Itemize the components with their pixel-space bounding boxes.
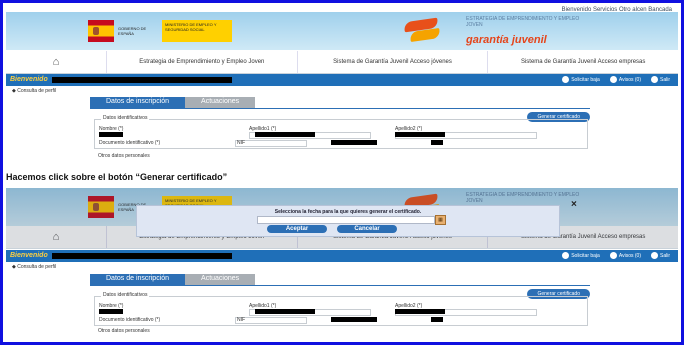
- user-actions: Solicitar baja Avisos (0) Salir: [562, 252, 670, 259]
- otros-datos-label: Otros datos personales: [98, 328, 150, 334]
- unsubscribe-link[interactable]: Solicitar baja: [562, 252, 600, 259]
- redacted-nombre: [99, 132, 123, 137]
- document-type-select[interactable]: [235, 140, 307, 147]
- cancel-button[interactable]: Cancelar: [337, 225, 397, 233]
- calendar-icon[interactable]: ▦: [435, 215, 446, 225]
- tab-bar: Datos de inscripción Actuaciones: [90, 97, 256, 108]
- welcome-label: Bienvenido: [10, 76, 48, 83]
- notices-link[interactable]: Avisos (0): [609, 76, 641, 83]
- redacted-name: [52, 77, 232, 83]
- user-bar: Bienvenido Solicitar baja Avisos (0) Sal…: [6, 250, 678, 262]
- user-actions: Solicitar baja Avisos (0) Salir: [562, 76, 670, 83]
- date-input[interactable]: [257, 216, 435, 224]
- date-dialog: Selecciona la fecha para la que quieres …: [136, 205, 560, 237]
- garantia-juvenil-logo-icon: [403, 16, 442, 44]
- close-icon[interactable]: ×: [571, 199, 577, 210]
- welcome-label: Bienvenido: [10, 252, 48, 259]
- nav-item-estrategia[interactable]: Estrategia de Emprendimiento y Empleo Jo…: [106, 51, 297, 73]
- garantia-juvenil-title: garantía juvenil: [466, 34, 547, 46]
- tab-bar: Datos de inscripción Actuaciones: [90, 274, 256, 285]
- home-icon[interactable]: ⌂: [6, 51, 106, 73]
- header-banner: GOBIERNO DE ESPAÑA MINISTERIO DE EMPLEO …: [6, 12, 678, 50]
- nav-item-jovenes[interactable]: Sistema de Garantía Juvenil Acceso jóven…: [296, 51, 488, 73]
- document-type-select[interactable]: [235, 317, 307, 324]
- main-nav: ⌂ Estrategia de Emprendimiento y Empleo …: [6, 51, 678, 74]
- screenshot-before: GOBIERNO DE ESPAÑA MINISTERIO DE EMPLEO …: [6, 4, 678, 166]
- logout-link[interactable]: Salir: [650, 252, 670, 259]
- profile-content: Generar certificado Datos identificativo…: [90, 108, 590, 166]
- tab-datos-inscripcion[interactable]: Datos de inscripción: [90, 274, 186, 285]
- screenshot-after: GOBIERNO DE ESPAÑA MINISTERIO DE EMPLEO …: [6, 188, 678, 336]
- tab-actuaciones[interactable]: Actuaciones: [185, 274, 256, 285]
- nav-item-empresas[interactable]: Sistema de Garantía Juvenil Acceso empre…: [487, 51, 678, 73]
- profile-content: Generar certificado Datos identificativo…: [90, 285, 590, 336]
- breadcrumb: ◆ Consulta de perfil: [12, 88, 57, 94]
- government-logo: GOBIERNO DE ESPAÑA MINISTERIO DE EMPLEO …: [88, 19, 238, 43]
- unsubscribe-link[interactable]: Solicitar baja: [562, 76, 600, 83]
- strategy-text: ESTRATEGIA DE EMPRENDIMIENTO Y EMPLEO JO…: [466, 16, 580, 28]
- tab-actuaciones[interactable]: Actuaciones: [185, 97, 256, 108]
- top-links[interactable]: Bienvenido Servicios Otro alcen Bancada: [562, 7, 672, 13]
- accept-button[interactable]: Aceptar: [267, 225, 327, 233]
- spain-coat-of-arms-icon: [88, 20, 114, 42]
- user-bar: Bienvenido Solicitar baja Avisos (0) Sal…: [6, 74, 678, 86]
- instruction-caption: Hacemos click sobre el botón “Generar ce…: [6, 172, 228, 182]
- redacted-name: [52, 253, 232, 259]
- otros-datos-label: Otros datos personales: [98, 153, 150, 159]
- dialog-title: Selecciona la fecha para la que quieres …: [274, 209, 422, 215]
- tab-datos-inscripcion[interactable]: Datos de inscripción: [90, 97, 186, 108]
- breadcrumb: ◆ Consulta de perfil: [12, 264, 57, 270]
- identification-fieldset: Datos identificativos Nombre (*) Apellid…: [94, 292, 588, 326]
- notices-link[interactable]: Avisos (0): [609, 252, 641, 259]
- logout-link[interactable]: Salir: [650, 76, 670, 83]
- identification-fieldset: Datos identificativos Nombre (*) Apellid…: [94, 115, 588, 149]
